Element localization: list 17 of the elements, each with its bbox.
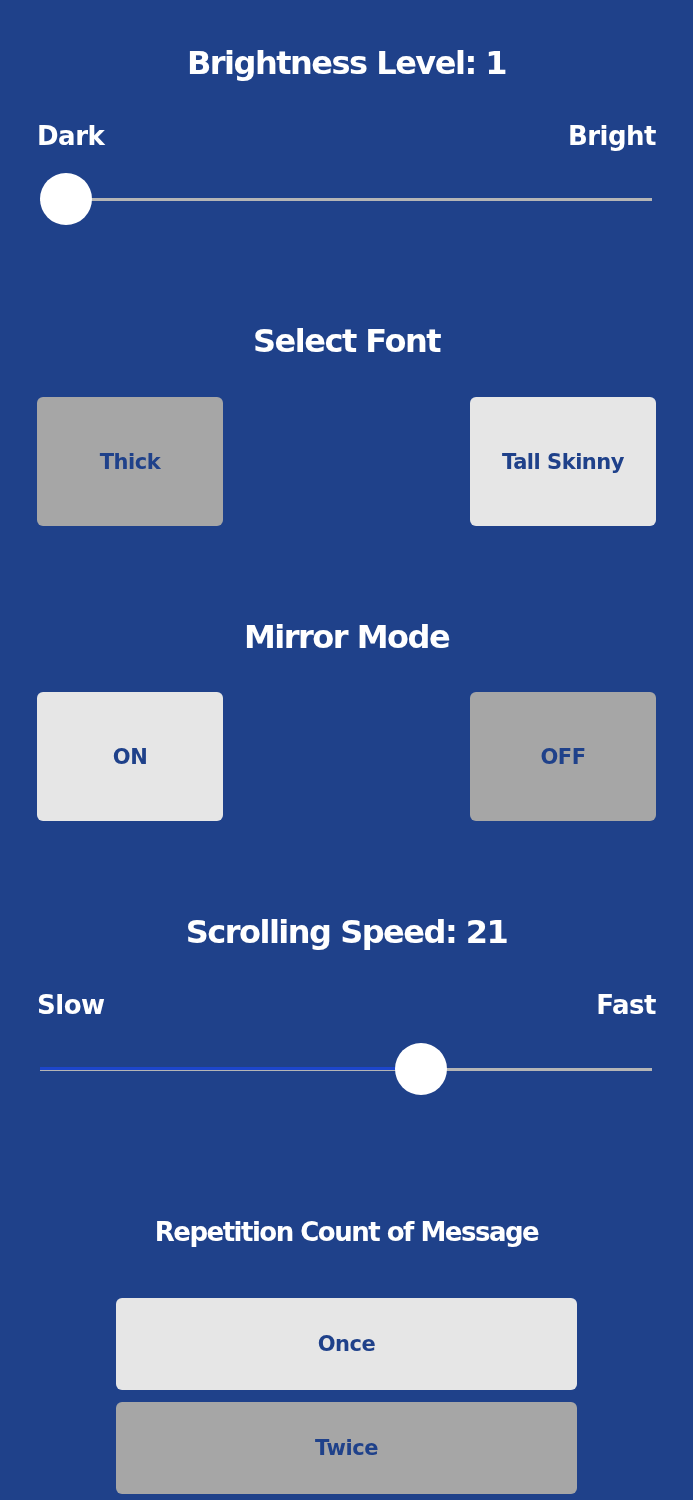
max-label: Fast [596,990,656,1020]
option-button[interactable]: Tall Skinny [470,397,656,526]
option-button[interactable]: Once [116,1298,577,1390]
section-title: Mirror Mode [242,617,451,658]
section-title: Repetition Count of Message [153,1216,540,1249]
min-label: Slow [37,990,105,1020]
min-label: Dark [37,121,105,151]
option-button[interactable]: OFF [470,692,656,821]
option-button[interactable]: Twice [116,1402,577,1494]
option-button[interactable]: ON [37,692,223,821]
max-label: Bright [567,121,656,151]
slider-thumb[interactable] [40,173,92,225]
section-title: Select Font [252,321,442,362]
slider-thumb[interactable] [395,1043,448,1095]
section-title: Scrolling Speed: 21 [184,912,509,953]
section-title: Brightness Level: 1 [185,43,508,84]
option-button[interactable]: Thick [37,397,223,526]
